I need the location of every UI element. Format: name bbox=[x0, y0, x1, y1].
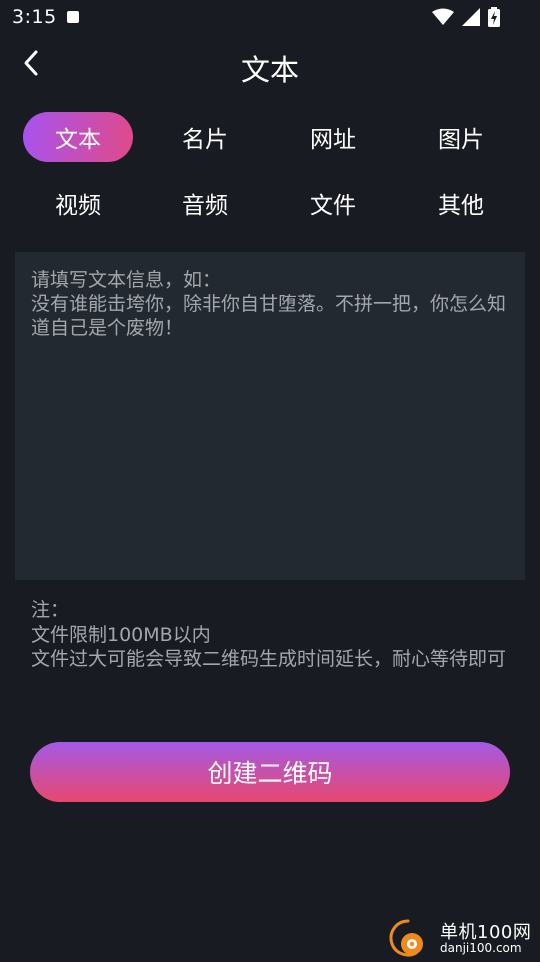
signal-icon bbox=[462, 8, 480, 26]
wifi-icon bbox=[432, 8, 454, 26]
tab-video[interactable]: 视频 bbox=[23, 178, 133, 228]
tab-audio[interactable]: 音频 bbox=[150, 178, 260, 228]
note-line: 文件过大可能会导致二维码生成时间延长，耐心等待即可 bbox=[31, 648, 507, 670]
tab-image[interactable]: 图片 bbox=[406, 112, 516, 162]
note-heading: 注： bbox=[31, 599, 70, 621]
battery-charging-icon bbox=[488, 7, 500, 27]
tab-file[interactable]: 文件 bbox=[278, 178, 388, 228]
status-time: 3:15 bbox=[12, 6, 57, 28]
watermark-logo-icon bbox=[386, 918, 426, 958]
tab-text[interactable]: 文本 bbox=[23, 112, 133, 162]
status-bar: 3:15 bbox=[0, 0, 540, 36]
note: 注： 文件限制100MB以内 文件过大可能会导致二维码生成时间延长，耐心等待即可 bbox=[31, 598, 511, 672]
create-qr-code-button[interactable]: 创建二维码 bbox=[30, 742, 510, 802]
text-input[interactable] bbox=[31, 268, 509, 564]
page-title: 文本 bbox=[240, 53, 299, 87]
watermark-domain: danji100.com bbox=[440, 941, 522, 955]
tab-other[interactable]: 其他 bbox=[406, 178, 516, 228]
tab-business-card[interactable]: 名片 bbox=[150, 112, 260, 162]
tab-url[interactable]: 网址 bbox=[278, 112, 388, 162]
header: 文本 bbox=[0, 36, 540, 98]
status-icons bbox=[432, 7, 500, 27]
notification-icon bbox=[67, 11, 79, 23]
note-line: 文件限制100MB以内 bbox=[31, 623, 211, 646]
watermark: 单机100网 danji100.com bbox=[382, 912, 540, 960]
text-input-panel bbox=[15, 252, 525, 580]
